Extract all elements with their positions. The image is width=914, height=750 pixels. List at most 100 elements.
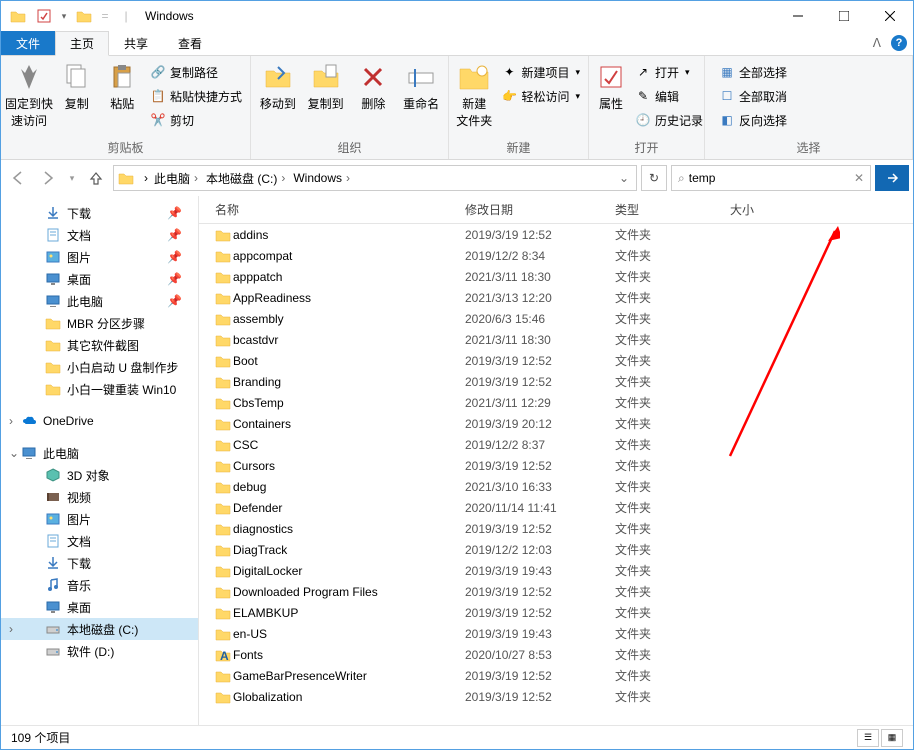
qat-dropdown[interactable]: ▾ — [59, 5, 69, 27]
close-button[interactable] — [867, 1, 913, 31]
col-type[interactable]: 类型 — [615, 201, 730, 218]
open-button[interactable]: ↗打开▾ — [631, 61, 707, 83]
nav-pc-item[interactable]: 音乐 — [1, 574, 198, 596]
edit-button[interactable]: ✎编辑 — [631, 85, 707, 107]
folder-icon — [215, 248, 233, 264]
crumb-folder[interactable]: Windows› — [291, 171, 356, 185]
paste-shortcut-button[interactable]: 📋粘贴快捷方式 — [146, 85, 246, 107]
rename-button[interactable]: 重命名 — [398, 59, 444, 114]
nav-thispc[interactable]: ⌄此电脑 — [1, 442, 198, 464]
paste-button[interactable]: 粘贴 — [100, 59, 143, 114]
file-row[interactable]: Cursors2019/3/19 12:52文件夹 — [199, 455, 913, 476]
menu-file[interactable]: 文件 — [1, 31, 55, 55]
nav-pc-item[interactable]: 图片 — [1, 508, 198, 530]
col-size[interactable]: 大小 — [730, 201, 913, 218]
nav-quick-item[interactable]: 图片📌 — [1, 246, 198, 268]
copyto-button[interactable]: 复制到 — [303, 59, 349, 114]
file-row[interactable]: apppatch2021/3/11 18:30文件夹 — [199, 266, 913, 287]
nav-quick-item[interactable]: MBR 分区步骤 — [1, 312, 198, 334]
nav-quick-item[interactable]: 小白启动 U 盘制作步 — [1, 356, 198, 378]
search-input[interactable] — [689, 171, 854, 185]
cut-button[interactable]: ✂️剪切 — [146, 109, 246, 131]
file-list-header[interactable]: 名称 修改日期 类型 大小 — [199, 196, 913, 224]
nav-pc-item[interactable]: 软件 (D:) — [1, 640, 198, 662]
nav-up-button[interactable] — [83, 165, 109, 191]
file-list[interactable]: addins2019/3/19 12:52文件夹appcompat2019/12… — [199, 224, 913, 725]
invert-selection-button[interactable]: ◧反向选择 — [715, 109, 791, 131]
file-row[interactable]: ELAMBKUP2019/3/19 12:52文件夹 — [199, 602, 913, 623]
maximize-button[interactable] — [821, 1, 867, 31]
delete-button[interactable]: 删除 — [351, 59, 397, 114]
nav-forward-button[interactable] — [35, 165, 61, 191]
breadcrumb-dropdown[interactable]: ⌄ — [614, 171, 634, 185]
nav-quick-item[interactable]: 下载📌 — [1, 202, 198, 224]
file-row[interactable]: debug2021/3/10 16:33文件夹 — [199, 476, 913, 497]
new-folder-button[interactable]: 新建 文件夹 — [453, 59, 495, 131]
nav-pc-item[interactable]: 文档 — [1, 530, 198, 552]
file-row[interactable]: appcompat2019/12/2 8:34文件夹 — [199, 245, 913, 266]
easy-access-button[interactable]: 👉轻松访问▾ — [497, 85, 584, 107]
ribbon-collapse-icon[interactable]: ᐱ — [873, 36, 881, 50]
qat-properties-icon[interactable] — [33, 5, 55, 27]
refresh-button[interactable]: ↻ — [641, 165, 667, 191]
file-row[interactable]: AFonts2020/10/27 8:53文件夹 — [199, 644, 913, 665]
help-icon[interactable]: ? — [891, 35, 907, 51]
properties-button[interactable]: 属性 — [593, 59, 629, 114]
file-row[interactable]: DigitalLocker2019/3/19 19:43文件夹 — [199, 560, 913, 581]
file-row[interactable]: Branding2019/3/19 12:52文件夹 — [199, 371, 913, 392]
copy-path-button[interactable]: 🔗复制路径 — [146, 61, 246, 83]
view-large-button[interactable]: ▦ — [881, 729, 903, 747]
col-name[interactable]: 名称 — [215, 201, 465, 218]
file-row[interactable]: CSC2019/12/2 8:37文件夹 — [199, 434, 913, 455]
crumb-pc[interactable]: 此电脑› — [152, 170, 204, 187]
col-date[interactable]: 修改日期 — [465, 201, 615, 218]
file-row[interactable]: Defender2020/11/14 11:41文件夹 — [199, 497, 913, 518]
nav-pc-item[interactable]: 视频 — [1, 486, 198, 508]
file-row[interactable]: diagnostics2019/3/19 12:52文件夹 — [199, 518, 913, 539]
file-row[interactable]: Containers2019/3/19 20:12文件夹 — [199, 413, 913, 434]
nav-quick-item[interactable]: 小白一键重装 Win10 — [1, 378, 198, 400]
nav-pc-item[interactable]: ›本地磁盘 (C:) — [1, 618, 198, 640]
file-row[interactable]: Boot2019/3/19 12:52文件夹 — [199, 350, 913, 371]
search-clear-icon[interactable]: ✕ — [854, 171, 864, 185]
minimize-button[interactable] — [775, 1, 821, 31]
crumb-drive[interactable]: 本地磁盘 (C:)› — [204, 170, 291, 187]
file-row[interactable]: DiagTrack2019/12/2 12:03文件夹 — [199, 539, 913, 560]
file-row[interactable]: assembly2020/6/3 15:46文件夹 — [199, 308, 913, 329]
file-row[interactable]: addins2019/3/19 12:52文件夹 — [199, 224, 913, 245]
tab-view[interactable]: 查看 — [163, 31, 217, 55]
nav-onedrive[interactable]: ›OneDrive — [1, 410, 198, 432]
moveto-button[interactable]: 移动到 — [255, 59, 301, 114]
tab-home[interactable]: 主页 — [55, 31, 109, 56]
nav-pc-item[interactable]: 桌面 — [1, 596, 198, 618]
history-button[interactable]: 🕘历史记录 — [631, 109, 707, 131]
file-row[interactable]: AppReadiness2021/3/13 12:20文件夹 — [199, 287, 913, 308]
file-row[interactable]: en-US2019/3/19 19:43文件夹 — [199, 623, 913, 644]
select-all-button[interactable]: ▦全部选择 — [715, 61, 791, 83]
navigation-pane[interactable]: 下载📌文档📌图片📌桌面📌此电脑📌MBR 分区步骤其它软件截图小白启动 U 盘制作… — [1, 196, 199, 725]
file-row[interactable]: GameBarPresenceWriter2019/3/19 12:52文件夹 — [199, 665, 913, 686]
view-details-button[interactable]: ☰ — [857, 729, 879, 747]
file-row[interactable]: Downloaded Program Files2019/3/19 12:52文… — [199, 581, 913, 602]
nav-pc-item[interactable]: 3D 对象 — [1, 464, 198, 486]
select-none-button[interactable]: ☐全部取消 — [715, 85, 791, 107]
folder-icon — [215, 563, 233, 579]
nav-back-button[interactable] — [5, 165, 31, 191]
new-item-button[interactable]: ✦新建项目▾ — [497, 61, 584, 83]
folder-icon — [215, 479, 233, 495]
nav-pc-item[interactable]: 下载 — [1, 552, 198, 574]
breadcrumb[interactable]: › 此电脑› 本地磁盘 (C:)› Windows› ⌄ — [113, 165, 637, 191]
nav-quick-item[interactable]: 其它软件截图 — [1, 334, 198, 356]
copy-button[interactable]: 复制 — [55, 59, 98, 114]
nav-recent-dropdown[interactable]: ▾ — [65, 165, 79, 191]
pin-quickaccess-button[interactable]: 固定到快 速访问 — [5, 59, 53, 131]
search-box[interactable]: ⌕ ✕ — [671, 165, 871, 191]
file-row[interactable]: CbsTemp2021/3/11 12:29文件夹 — [199, 392, 913, 413]
nav-quick-item[interactable]: 文档📌 — [1, 224, 198, 246]
file-row[interactable]: bcastdvr2021/3/11 18:30文件夹 — [199, 329, 913, 350]
search-go-button[interactable] — [875, 165, 909, 191]
tab-share[interactable]: 共享 — [109, 31, 163, 55]
nav-quick-item[interactable]: 桌面📌 — [1, 268, 198, 290]
nav-quick-item[interactable]: 此电脑📌 — [1, 290, 198, 312]
file-row[interactable]: Globalization2019/3/19 12:52文件夹 — [199, 686, 913, 707]
